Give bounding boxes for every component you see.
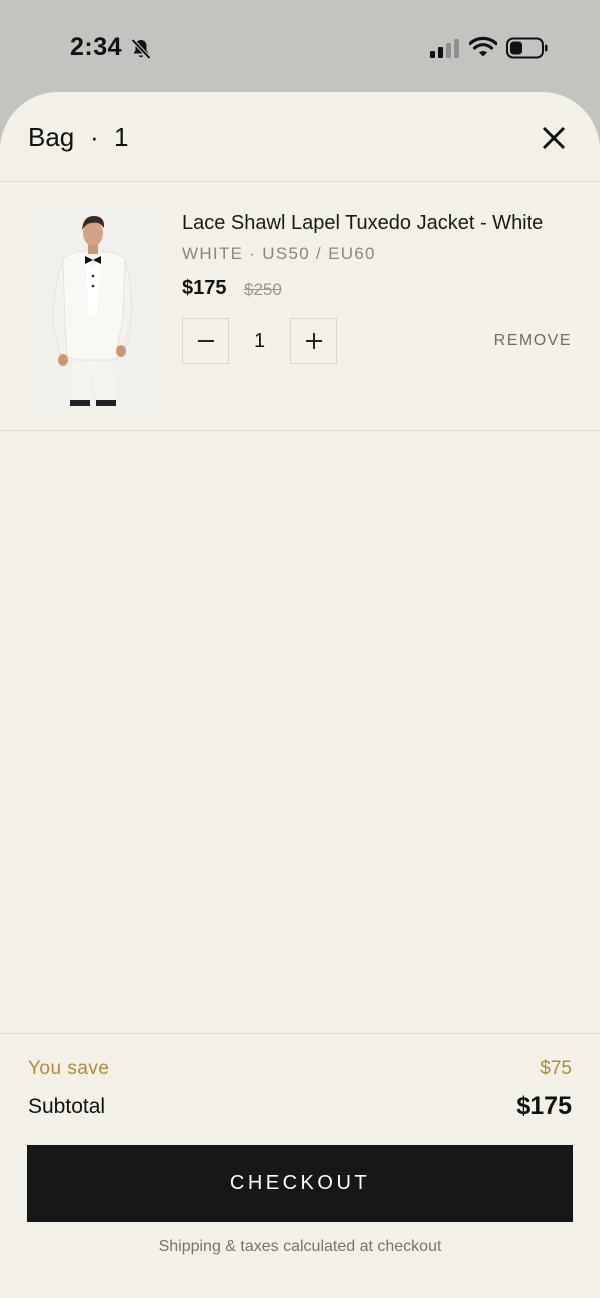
- savings-value: $75: [540, 1058, 572, 1079]
- decrease-quantity-button[interactable]: [182, 318, 229, 364]
- subtotal-label: Subtotal: [28, 1095, 106, 1118]
- product-variant: WHITE · US50 / EU60: [182, 244, 376, 263]
- wifi-icon: [469, 36, 497, 57]
- minus-icon: [198, 340, 214, 342]
- product-name[interactable]: Lace Shawl Lapel Tuxedo Jacket - White: [182, 212, 543, 235]
- bag-header: Bag · 1: [0, 92, 600, 182]
- title-separator: ·: [90, 122, 99, 152]
- product-price: $175: [182, 277, 227, 299]
- status-bar: 2:34: [0, 0, 600, 92]
- remove-item-link[interactable]: REMOVE: [470, 332, 572, 350]
- tuxedo-model-illustration: [27, 206, 161, 406]
- cart-item: Lace Shawl Lapel Tuxedo Jacket - White W…: [0, 182, 600, 431]
- battery-icon: [506, 37, 548, 59]
- bag-sheet: Bag · 1 Lace Shawl Lapel Tuxedo Jacket -…: [0, 92, 600, 1298]
- shipping-note: Shipping & taxes calculated at checkout: [158, 1238, 442, 1255]
- product-original-price: $250: [244, 280, 282, 299]
- product-image[interactable]: [27, 206, 161, 406]
- subtotal-value: $175: [516, 1092, 572, 1120]
- signal-icon: [430, 39, 459, 58]
- increase-quantity-button[interactable]: [290, 318, 337, 364]
- bag-title: Bag: [28, 122, 75, 152]
- bag-item-count: 1: [114, 122, 129, 152]
- quantity-value: 1: [253, 330, 266, 352]
- checkout-button[interactable]: CHECKOUT: [27, 1145, 573, 1222]
- status-time: 2:34: [70, 33, 123, 61]
- bell-slash-icon: [131, 38, 151, 60]
- plus-icon: [306, 333, 322, 349]
- savings-label: You save: [28, 1058, 110, 1079]
- close-icon[interactable]: [538, 122, 570, 154]
- bag-summary: You save $75 Subtotal $175 CHECKOUT Ship…: [0, 1033, 600, 1298]
